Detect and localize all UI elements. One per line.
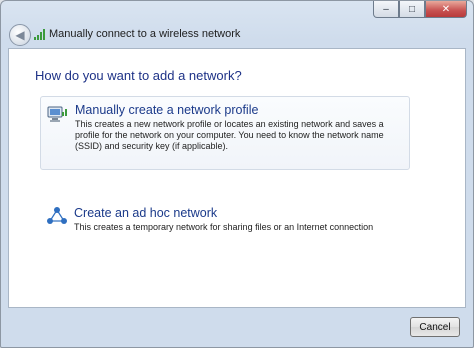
ad-hoc-network-icon: [47, 207, 67, 224]
minimize-button[interactable]: –: [373, 1, 399, 18]
option-ad-hoc[interactable]: Create an ad hoc network This creates a …: [40, 200, 410, 240]
back-button[interactable]: ◀: [9, 24, 31, 46]
option-title: Create an ad hoc network: [74, 206, 218, 220]
wireless-signal-icon: [34, 29, 45, 40]
window-controls: – □ ✕: [373, 1, 467, 19]
dialog-footer: Cancel: [8, 308, 466, 342]
cancel-button[interactable]: Cancel: [410, 317, 460, 337]
option-manual-profile[interactable]: Manually create a network profile This c…: [40, 96, 410, 170]
page-heading: How do you want to add a network?: [35, 68, 242, 83]
network-profile-icon: [47, 106, 67, 122]
close-button[interactable]: ✕: [425, 1, 467, 18]
content-panel: How do you want to add a network? Manual…: [8, 48, 466, 308]
option-description: This creates a new network profile or lo…: [75, 119, 384, 151]
option-description: This creates a temporary network for sha…: [74, 222, 374, 232]
option-title: Manually create a network profile: [75, 103, 259, 117]
window-title: Manually connect to a wireless network: [49, 28, 241, 40]
back-arrow-icon: ◀: [15, 28, 25, 42]
maximize-button[interactable]: □: [399, 1, 425, 18]
dialog-window: – □ ✕ ◀ Manually connect to a wireless n…: [0, 0, 474, 348]
